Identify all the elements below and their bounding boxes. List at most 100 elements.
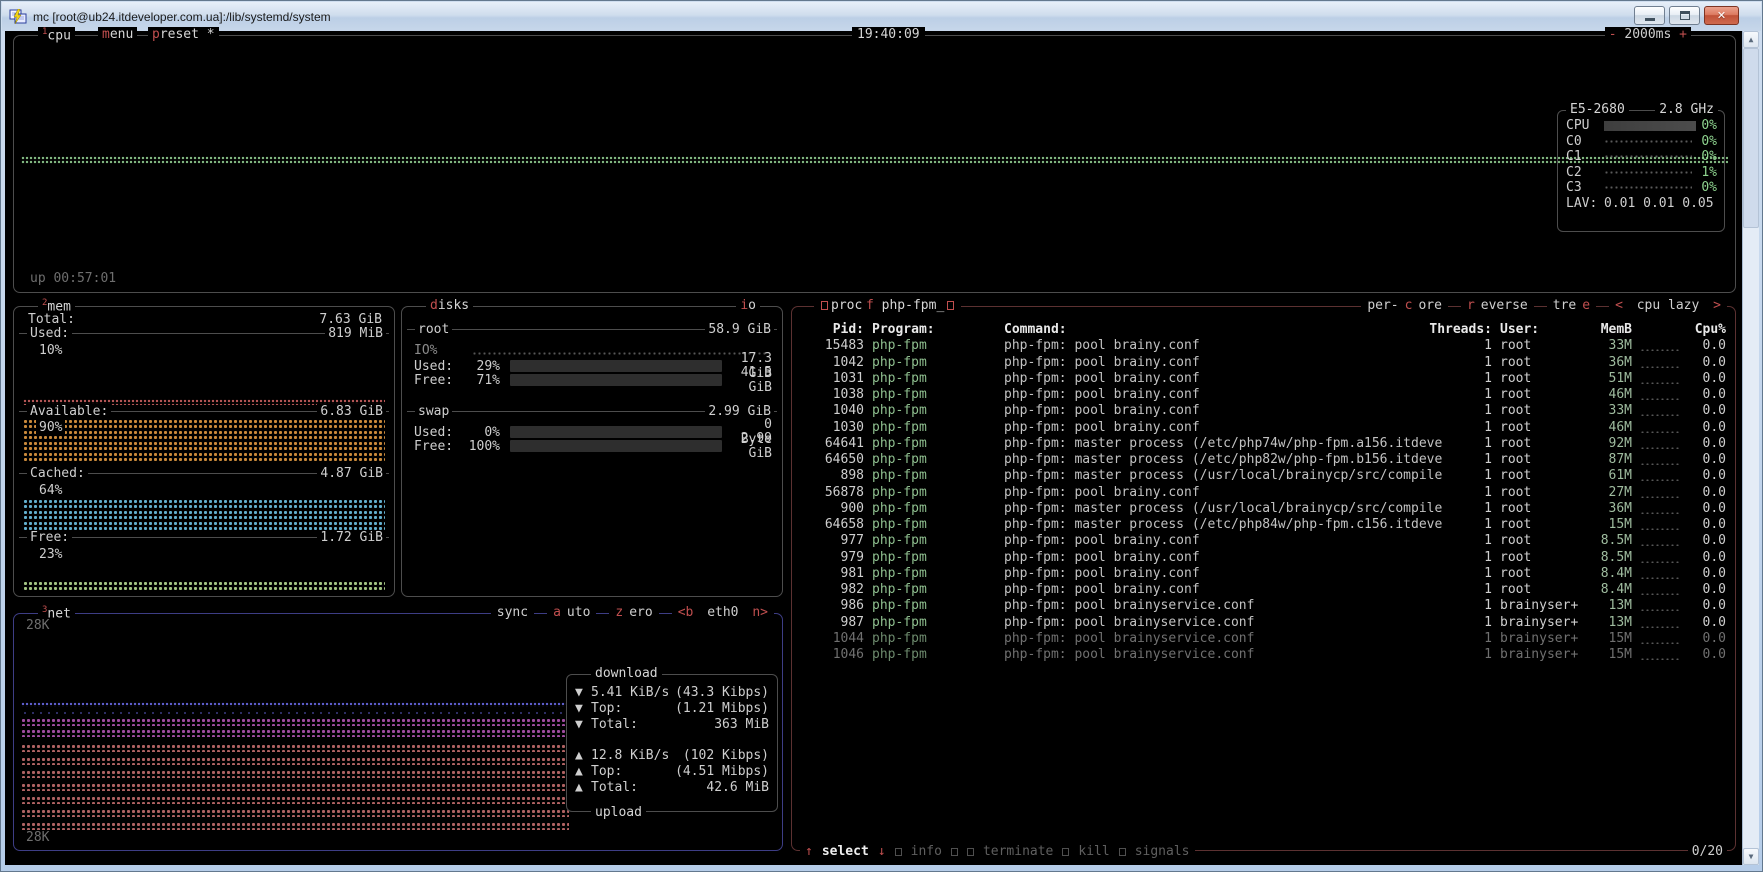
net-upload-graph [21,822,569,830]
process-row[interactable]: 1042 php-fpm php-fpm: pool brainy.conf 1… [802,355,1727,371]
terminal[interactable]: 1cpu menu preset * 19:40:09 - 2000ms + E… [5,31,1742,865]
scroll-up-button[interactable]: ▲ [1743,31,1759,48]
select-up-icon[interactable]: ↑ [805,844,813,859]
net-download-spike [460,648,464,706]
select-button[interactable]: select [822,844,869,859]
upload-stat-row: ▲ Top: (4.51 Mibps) [575,764,769,780]
terminate-button[interactable]: terminate [983,844,1053,859]
process-threads: 1 [1448,387,1492,403]
kill-button[interactable]: kill [1078,844,1109,859]
load-average-label: LAV: [1566,196,1604,211]
process-row[interactable]: 981 php-fpm php-fpm: pool brainy.conf 1 … [802,566,1727,582]
mem-cached-graph [23,510,385,519]
sort-selector[interactable]: < cpu lazy > [1609,298,1727,313]
process-row[interactable]: 64650 php-fpm php-fpm: master process (/… [802,452,1727,468]
uptime: up 00:57:01 [30,271,116,286]
interface-next-button[interactable]: n> [749,605,771,620]
process-mem-graph [1640,462,1680,465]
process-pid: 64641 [802,436,864,452]
info-button[interactable]: info [911,844,942,859]
process-row[interactable]: 979 php-fpm php-fpm: pool brainy.conf 1 … [802,550,1727,566]
process-mem: 15M [1596,631,1632,647]
interval-minus-button[interactable]: - [1609,27,1617,42]
disks-box-label[interactable]: disks [426,298,473,313]
mem-cached-graph [23,521,385,530]
close-button[interactable]: ✕ [1704,6,1739,25]
tree-label: tre [1550,298,1579,313]
process-filter[interactable]: f php-fpm_ [862,298,961,313]
process-row[interactable]: 900 php-fpm php-fpm: master process (/us… [802,501,1727,517]
menu-button[interactable]: menu [98,27,137,42]
preset-button[interactable]: preset * [148,27,219,42]
interval-control: - 2000ms + [1605,27,1691,42]
sort-prev-button[interactable]: < [1612,298,1626,313]
process-row[interactable]: 987 php-fpm php-fpm: pool brainyservice.… [802,615,1727,631]
core-graph [1604,185,1692,190]
interface-prev-button[interactable]: <b [675,605,697,620]
net-download-spike [374,652,378,706]
process-row[interactable]: 977 php-fpm php-fpm: pool brainy.conf 1 … [802,533,1727,549]
proc-box-label[interactable]: proc [814,298,866,313]
filter-clear-icon[interactable] [947,301,954,310]
process-row[interactable]: 56878 php-fpm php-fpm: pool brainy.conf … [802,485,1727,501]
mem-free-label: Free: [27,530,72,545]
cpu-graph-spike [894,148,898,169]
process-row[interactable]: 1031 php-fpm php-fpm: pool brainy.conf 1… [802,371,1727,387]
mem-cached-divider: Cached: 4.87 GiB [19,473,389,474]
net-download-spike [194,654,198,706]
column-command: Command: [1004,322,1440,338]
process-row[interactable]: 15483 php-fpm php-fpm: pool brainy.conf … [802,338,1727,354]
process-row[interactable]: 982 php-fpm php-fpm: pool brainy.conf 1 … [802,582,1727,598]
cpu-graph-spike [856,151,860,167]
menu-label: enu [110,27,133,42]
process-command: php-fpm: pool brainy.conf [1004,485,1440,501]
process-row[interactable]: 64641 php-fpm php-fpm: master process (/… [802,436,1727,452]
process-mem: 46M [1596,420,1632,436]
sync-button[interactable]: sync [491,605,534,620]
scrollbar-thumb[interactable] [1743,48,1759,228]
per-core-toggle[interactable]: per-core [1361,298,1448,313]
auto-button[interactable]: auto [547,605,596,620]
process-row[interactable]: 1038 php-fpm php-fpm: pool brainy.conf 1… [802,387,1727,403]
mem-free-divider: Free: 1.72 GiB [19,537,389,538]
scroll-down-button[interactable]: ▼ [1743,848,1759,865]
core-label: C3 [1566,180,1604,195]
cpu-row-value: 0% [1701,118,1717,133]
process-row[interactable]: 1044 php-fpm php-fpm: pool brainyservice… [802,631,1727,647]
disk-swap-divider: swap 2.99 GiB [407,411,777,412]
tree-toggle[interactable]: tree [1547,298,1596,313]
disk-swap-free-row: Free: 100% 2.99 GiB [414,439,772,453]
interval-plus-button[interactable]: + [1679,27,1687,42]
process-threads: 1 [1448,501,1492,517]
core-value: 0% [1701,180,1717,195]
net-upload-spike [54,790,58,830]
sort-next-button[interactable]: > [1710,298,1724,313]
process-command: php-fpm: pool brainy.conf [1004,387,1440,403]
cpu-box-label[interactable]: 1cpu [38,27,75,43]
maximize-button[interactable] [1669,6,1700,25]
process-row[interactable]: 986 php-fpm php-fpm: pool brainyservice.… [802,598,1727,614]
process-user: root [1500,371,1588,387]
signals-button[interactable]: signals [1135,844,1190,859]
minimize-button[interactable] [1634,6,1665,25]
terminal-scrollbar[interactable]: ▲ ▼ [1742,31,1759,865]
process-mem: 61M [1596,468,1632,484]
disk-swap-name: swap [415,404,452,419]
process-row[interactable]: 1040 php-fpm php-fpm: pool brainy.conf 1… [802,403,1727,419]
process-row[interactable]: 64658 php-fpm php-fpm: master process (/… [802,517,1727,533]
process-cpu: 0.0 [1692,371,1726,387]
disk-free-value: 2.99 GiB [730,431,772,461]
io-mode-button[interactable]: io [736,298,760,313]
process-row[interactable]: 898 php-fpm php-fpm: master process (/us… [802,468,1727,484]
cpu-row-label: CPU [1566,118,1604,133]
process-row[interactable]: 1030 php-fpm php-fpm: pool brainy.conf 1… [802,420,1727,436]
process-cpu: 0.0 [1692,550,1726,566]
reverse-toggle[interactable]: reverse [1461,298,1534,313]
zero-button[interactable]: zero [609,605,658,620]
filter-input[interactable]: php-fpm [882,298,937,313]
process-command: php-fpm: master process (/etc/php74w/php… [1004,436,1440,452]
select-down-icon[interactable]: ↓ [878,844,886,859]
interface-switcher[interactable]: <b eth0 n> [672,605,774,620]
process-row[interactable]: 1046 php-fpm php-fpm: pool brainyservice… [802,647,1727,663]
process-mem-graph [1640,478,1680,481]
